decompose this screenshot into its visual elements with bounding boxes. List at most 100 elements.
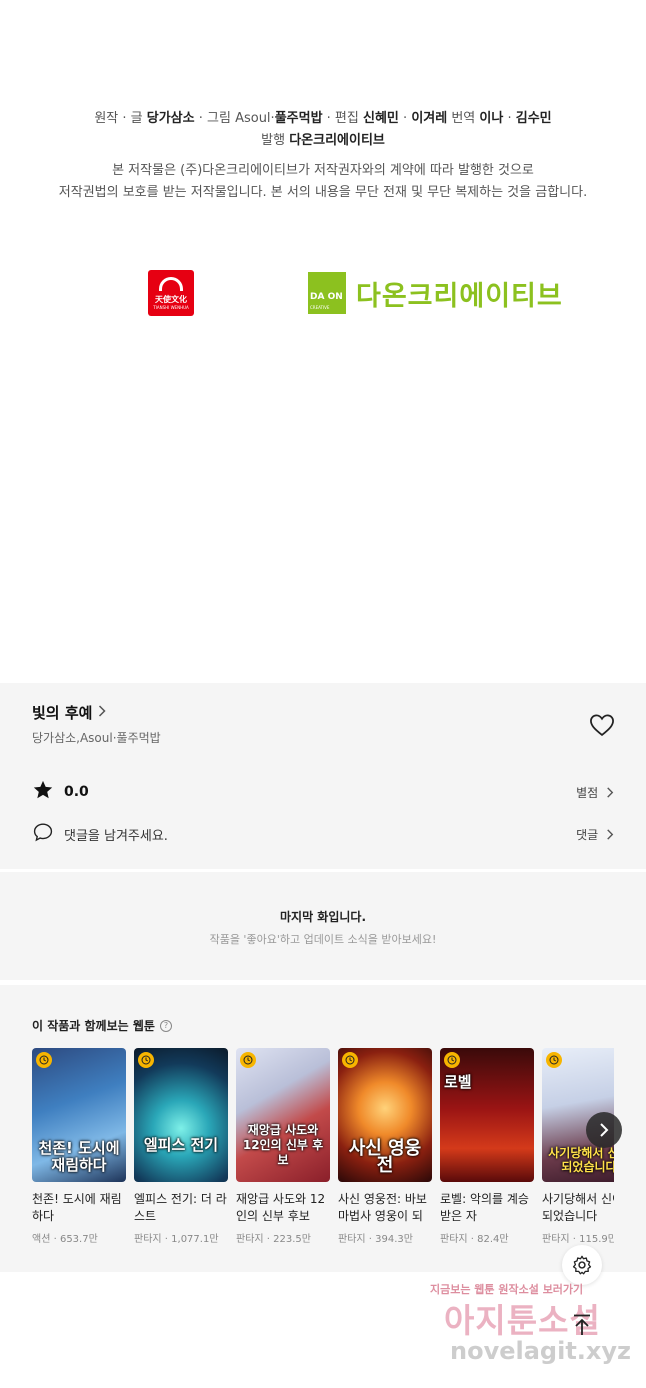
comment-prompt: 댓글을 남겨주세요. bbox=[64, 828, 168, 844]
comment-row[interactable]: 댓글을 남겨주세요. 댓글 bbox=[32, 821, 614, 847]
clock-icon bbox=[138, 1052, 154, 1068]
work-title: 빛의 후예 bbox=[32, 704, 93, 722]
story-author: 당가삼소 bbox=[146, 111, 195, 126]
webtoon-meta: 판타지 · 82.4만 bbox=[440, 1234, 509, 1245]
cover-title: 엘피스 전기 bbox=[143, 1136, 219, 1154]
webtoon-genre: 판타지 bbox=[338, 1234, 366, 1245]
clock-icon bbox=[444, 1052, 460, 1068]
help-icon[interactable]: ? bbox=[159, 1019, 172, 1032]
comment-bubble-icon bbox=[32, 821, 54, 847]
credits-line-2: 발행 다온크리에이티브 bbox=[0, 130, 646, 152]
webtoon-views: 653.7만 bbox=[59, 1234, 98, 1245]
webtoon-title: 사신 영웅전: 바보 마법사 영웅이 되다 bbox=[338, 1192, 427, 1223]
tianshi-logo: 天使文化 TIANSHI WENHUA bbox=[148, 270, 194, 316]
chevron-right-icon bbox=[98, 704, 106, 721]
webtoon-cover: 천존! 도시에 재림하다 bbox=[32, 1048, 126, 1182]
clock-icon bbox=[36, 1052, 52, 1068]
webtoon-cover: 재앙급 사도와 12인의 신부 후보 bbox=[236, 1048, 330, 1182]
tianshi-logo-subtext: TIANSHI WENHUA bbox=[153, 304, 189, 310]
cover-title: 재앙급 사도와 12인의 신부 후보 bbox=[242, 1123, 324, 1167]
carousel-next-button[interactable] bbox=[586, 1112, 622, 1148]
edit-label: · 편집 bbox=[326, 111, 359, 126]
webtoon-card[interactable]: 천존! 도시에 재림하다 천존! 도시에 재림하다 액션 · 653.7만 bbox=[32, 1048, 126, 1245]
webtoon-title: 재앙급 사도와 12인의 신부 후보 bbox=[236, 1192, 326, 1223]
rating-link[interactable]: 별점 bbox=[576, 784, 614, 801]
editor-1: 신혜민 bbox=[363, 111, 399, 126]
settings-button[interactable] bbox=[562, 1245, 602, 1285]
last-episode-heading: 마지막 화입니다. bbox=[279, 910, 367, 924]
art-author-prefix: Asoul· bbox=[235, 111, 275, 126]
webtoon-cover: 로벨 bbox=[440, 1048, 534, 1182]
last-episode-subtext: 작품을 '좋아요'하고 업데이트 소식을 받아보세요! bbox=[209, 933, 437, 946]
webtoon-title: 엘피스 전기: 더 라스트 bbox=[134, 1192, 227, 1223]
webtoon-title: 사기당해서 신이 되었습니다 bbox=[542, 1192, 614, 1223]
daon-logo-mark: DA ON CREATIVE bbox=[308, 272, 346, 314]
daon-logo-mark-text: DA ON bbox=[310, 292, 343, 302]
rating-row: 0.0 별점 bbox=[32, 779, 614, 805]
webtoon-genre: 액션 bbox=[32, 1234, 51, 1245]
cover-title: 사기당해서 신이 되었습니다 bbox=[548, 1146, 614, 1174]
webtoon-meta: 판타지 · 223.5만 bbox=[236, 1234, 311, 1245]
cover-title: 사신 영웅전 bbox=[348, 1138, 422, 1176]
like-heart-icon[interactable] bbox=[588, 711, 616, 739]
separator: · bbox=[403, 111, 408, 126]
recommendation-title: 이 작품과 함께보는 웹툰 bbox=[32, 1019, 155, 1033]
webtoon-card[interactable]: 로벨 로벨: 악의를 계승받은 자 판타지 · 82.4만 bbox=[440, 1048, 534, 1245]
separator: · bbox=[507, 111, 512, 126]
comment-link-label: 댓글 bbox=[576, 827, 599, 842]
webtoon-genre: 판타지 bbox=[440, 1234, 468, 1245]
webtoon-meta: 액션 · 653.7만 bbox=[32, 1234, 98, 1245]
art-label: · 그림 bbox=[198, 111, 231, 126]
recommendation-section: 이 작품과 함께보는 웹툰 ? 천존! 도시에 재림하다 천존! 도시에 재림하… bbox=[0, 985, 646, 1272]
daon-creative-logo: DA ON CREATIVE 다온크리에이티브 bbox=[308, 272, 563, 314]
scroll-top-button[interactable] bbox=[562, 1305, 602, 1345]
art-author: 풀주먹밥 bbox=[274, 111, 323, 126]
watermark-url: novelagit.xyz bbox=[450, 1337, 632, 1365]
webtoon-genre: 판타지 bbox=[134, 1234, 162, 1245]
copyright-line-1: 본 저작물은 (주)다온크리에이티브가 저작권자와의 계약에 따라 발행한 것으… bbox=[112, 163, 534, 178]
publisher-name: 다온크리에이티브 bbox=[289, 133, 385, 148]
work-authors: 당가삼소,Asoul·풀주먹밥 bbox=[32, 731, 161, 745]
clock-icon bbox=[546, 1052, 562, 1068]
comment-link[interactable]: 댓글 bbox=[576, 826, 614, 843]
webtoon-cover: 사신 영웅전 bbox=[338, 1048, 432, 1182]
cover-title: 천존! 도시에 재림하다 bbox=[38, 1139, 120, 1174]
copyright-line-2: 저작권법의 보호를 받는 저작물입니다. 본 서의 내용을 무단 전재 및 무단… bbox=[58, 185, 588, 200]
recommendation-heading: 이 작품과 함께보는 웹툰 ? bbox=[32, 1017, 172, 1034]
clock-icon bbox=[240, 1052, 256, 1068]
webtoon-cover: 엘피스 전기 bbox=[134, 1048, 228, 1182]
webtoon-views: 223.5만 bbox=[273, 1234, 311, 1245]
webtoon-views: 82.4만 bbox=[477, 1234, 509, 1245]
webtoon-card[interactable]: 사신 영웅전 사신 영웅전: 바보 마법사 영웅이 되다 판타지 · 394.3… bbox=[338, 1048, 432, 1245]
webtoon-meta: 판타지 · 394.3만 bbox=[338, 1234, 413, 1245]
webtoon-card[interactable]: 재앙급 사도와 12인의 신부 후보 재앙급 사도와 12인의 신부 후보 판타… bbox=[236, 1048, 330, 1245]
gear-icon bbox=[572, 1255, 592, 1275]
translator-2: 김수민 bbox=[515, 111, 552, 126]
arrow-up-icon bbox=[574, 1314, 590, 1335]
webtoon-views: 115.9만 bbox=[579, 1234, 614, 1245]
chevron-right-icon bbox=[607, 786, 614, 798]
publisher-label: 발행 bbox=[261, 133, 286, 148]
chevron-right-icon bbox=[607, 828, 614, 840]
copyright-notice: 본 저작물은 (주)다온크리에이티브가 저작권자와의 계약에 따라 발행한 것으… bbox=[0, 160, 646, 204]
webtoon-title: 로벨: 악의를 계승받은 자 bbox=[440, 1192, 529, 1223]
rating-value: 0.0 bbox=[64, 784, 89, 800]
last-episode-banner: 마지막 화입니다. 작품을 '좋아요'하고 업데이트 소식을 받아보세요! bbox=[0, 872, 646, 980]
webtoon-meta: 판타지 · 115.9만 bbox=[542, 1230, 614, 1245]
webtoon-views: 1,077.1만 bbox=[171, 1234, 219, 1245]
webtoon-title: 천존! 도시에 재림하다 bbox=[32, 1192, 122, 1223]
credits: 원작 · 글 당가삼소 · 그림 Asoul·풀주먹밥 · 편집 신혜민 · 이… bbox=[0, 108, 646, 152]
webtoon-card[interactable]: 엘피스 전기 엘피스 전기: 더 라스트 판타지 · 1,077.1만 bbox=[134, 1048, 228, 1245]
work-title-link[interactable]: 빛의 후예 bbox=[32, 702, 106, 723]
recommendation-carousel: 천존! 도시에 재림하다 천존! 도시에 재림하다 액션 · 653.7만 엘피… bbox=[32, 1048, 614, 1268]
webtoon-views: 394.3만 bbox=[375, 1234, 413, 1245]
chevron-right-icon bbox=[600, 1123, 609, 1137]
translator-1: 이나 bbox=[479, 111, 504, 126]
credits-line-1: 원작 · 글 당가삼소 · 그림 Asoul·풀주먹밥 · 편집 신혜민 · 이… bbox=[0, 108, 646, 130]
tianshi-logo-text: 天使文化 bbox=[155, 294, 187, 304]
cover-title: 로벨 bbox=[444, 1073, 472, 1091]
webtoon-meta: 판타지 · 1,077.1만 bbox=[134, 1234, 219, 1245]
rating-link-label: 별점 bbox=[576, 785, 599, 800]
story-label: 원작 · 글 bbox=[94, 111, 143, 126]
wing-icon bbox=[159, 276, 183, 291]
